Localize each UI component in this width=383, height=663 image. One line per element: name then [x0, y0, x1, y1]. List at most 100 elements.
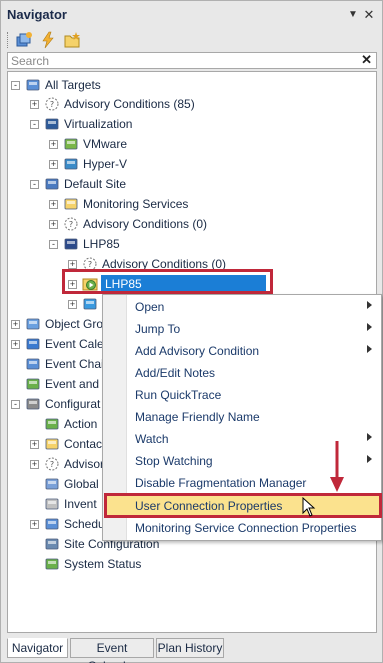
close-icon[interactable]: ✕ — [362, 8, 376, 22]
tree-node-label: Event Chai — [45, 357, 104, 371]
contacts-icon — [45, 438, 59, 450]
system-status-icon — [45, 558, 59, 570]
tree-node-label: Hyper-V — [83, 157, 128, 171]
expand-icon[interactable]: + — [11, 340, 20, 349]
tree-node-label: Monitoring Services — [83, 197, 189, 211]
tree-node-label: Virtualization — [64, 117, 133, 131]
collapse-icon[interactable]: - — [11, 400, 20, 409]
monitor-icon — [45, 118, 59, 130]
submenu-arrow-icon — [367, 301, 372, 309]
event-alerts-icon — [26, 378, 40, 390]
svg-text:?: ? — [50, 460, 54, 469]
menu-item-jump-to[interactable]: Jump To — [104, 318, 380, 340]
toolbar — [7, 29, 377, 51]
title-bar: Navigator ▼ ✕ — [1, 1, 382, 29]
collapse-icon[interactable]: - — [30, 180, 39, 189]
advisory-icon: ? — [64, 217, 78, 231]
menu-item-monitoring-service-connection-properties[interactable]: Monitoring Service Connection Properties — [104, 517, 380, 539]
tree-node[interactable]: - All Targets — [11, 75, 371, 95]
search-placeholder: Search — [11, 54, 50, 68]
tree-node-label: Advisor — [64, 457, 105, 471]
menu-item-label: Open — [135, 300, 165, 314]
annotation-arrow-icon — [330, 441, 344, 492]
submenu-arrow-icon — [367, 345, 372, 353]
tree-node-label: Default Site — [64, 177, 127, 191]
menu-item-label: Disable Fragmentation Manager — [135, 476, 307, 490]
tree-node-label: Advisory Conditions (85) — [64, 97, 195, 111]
menu-item-label: Jump To — [135, 322, 181, 336]
expand-icon[interactable]: + — [49, 160, 58, 169]
tree-node[interactable]: + Monitoring Services — [49, 194, 371, 214]
expand-icon[interactable]: + — [68, 260, 77, 269]
tree-node-label: Event Cale — [45, 337, 104, 351]
event-calendar-icon — [26, 338, 40, 350]
site-icon — [45, 178, 59, 190]
pin-icon[interactable]: ▼ — [346, 8, 360, 22]
vmware-icon — [64, 138, 78, 150]
folder-star-icon[interactable] — [63, 31, 81, 49]
action-icon — [45, 418, 59, 430]
clear-search-icon[interactable]: ✕ — [361, 52, 372, 68]
submenu-arrow-icon — [367, 433, 372, 441]
tab-navigator[interactable]: Navigator — [7, 638, 68, 658]
menu-item-add-edit-notes[interactable]: Add/Edit Notes — [104, 362, 380, 384]
expand-icon[interactable]: + — [30, 440, 39, 449]
menu-item-label: Stop Watching — [135, 454, 213, 468]
menu-item-highlight — [104, 493, 382, 518]
tree-node[interactable]: - Virtualization — [30, 114, 371, 134]
hyperv-icon — [64, 158, 78, 170]
expand-icon[interactable]: + — [49, 220, 58, 229]
expand-icon[interactable]: + — [30, 520, 39, 529]
menu-item-label: Add/Edit Notes — [135, 366, 216, 380]
tree-node-label: Invent — [64, 497, 97, 511]
event-chain-icon — [26, 358, 40, 370]
lightning-icon[interactable] — [39, 31, 57, 49]
mouse-cursor-icon — [302, 497, 316, 517]
tree-node-label: Configurat — [45, 397, 101, 411]
site-config-icon — [45, 538, 59, 550]
menu-item-open[interactable]: Open — [104, 296, 380, 318]
menu-item-manage-friendly-name[interactable]: Manage Friendly Name — [104, 406, 380, 428]
tree-node[interactable]: +? Advisory Conditions (0) — [49, 214, 371, 234]
expand-icon[interactable]: + — [11, 320, 20, 329]
inventory-icon — [45, 498, 59, 510]
object-groups-icon — [26, 318, 40, 330]
collapse-icon[interactable]: - — [30, 120, 39, 129]
targets-add-icon[interactable] — [15, 31, 33, 49]
collapse-icon[interactable]: - — [49, 240, 58, 249]
advisory-icon: ? — [45, 97, 59, 111]
sql-target-2-icon — [83, 298, 97, 310]
toolbar-grip — [7, 32, 10, 48]
menu-item-run-quicktrace[interactable]: Run QuickTrace — [104, 384, 380, 406]
tree-node[interactable]: System Status — [30, 554, 371, 574]
tree-node-label: VMware — [83, 137, 128, 151]
svg-text:?: ? — [88, 260, 92, 269]
menu-item-label: Watch — [135, 432, 169, 446]
expand-icon[interactable]: + — [30, 100, 39, 109]
tab-plan-history[interactable]: Plan History — [156, 638, 224, 658]
expand-icon[interactable]: + — [49, 200, 58, 209]
selected-node-highlight — [62, 269, 273, 294]
tree-node[interactable]: - LHP85 — [49, 234, 371, 254]
bottom-tabs: Navigator Event Calendar Plan History — [7, 638, 377, 663]
expand-icon[interactable]: + — [68, 300, 77, 309]
expand-icon[interactable]: + — [49, 140, 58, 149]
tree-node-label: Schedu — [64, 517, 105, 531]
tree-node[interactable]: + Hyper-V — [49, 154, 371, 174]
all-targets-icon — [26, 79, 40, 91]
svg-text:?: ? — [69, 220, 73, 229]
tree-node-label: System Status — [64, 557, 142, 571]
menu-item-label: Add Advisory Condition — [135, 344, 260, 358]
tree-node[interactable]: + VMware — [49, 134, 371, 154]
tree-node-label: Object Gro — [45, 317, 104, 331]
panel-title: Navigator — [7, 7, 67, 22]
collapse-icon[interactable]: - — [11, 81, 20, 90]
search-box[interactable]: Search ✕ — [7, 52, 377, 69]
tree-node[interactable]: +? Advisory Conditions (85) — [30, 94, 371, 114]
expand-icon[interactable]: + — [30, 460, 39, 469]
menu-item-add-advisory-condition[interactable]: Add Advisory Condition — [104, 340, 380, 362]
advisory-icon: ? — [45, 457, 59, 471]
tree-node-label: Advisory Conditions (0) — [83, 217, 208, 231]
tab-event-calendar[interactable]: Event Calendar — [70, 638, 154, 663]
tree-node[interactable]: - Default Site — [30, 174, 371, 194]
